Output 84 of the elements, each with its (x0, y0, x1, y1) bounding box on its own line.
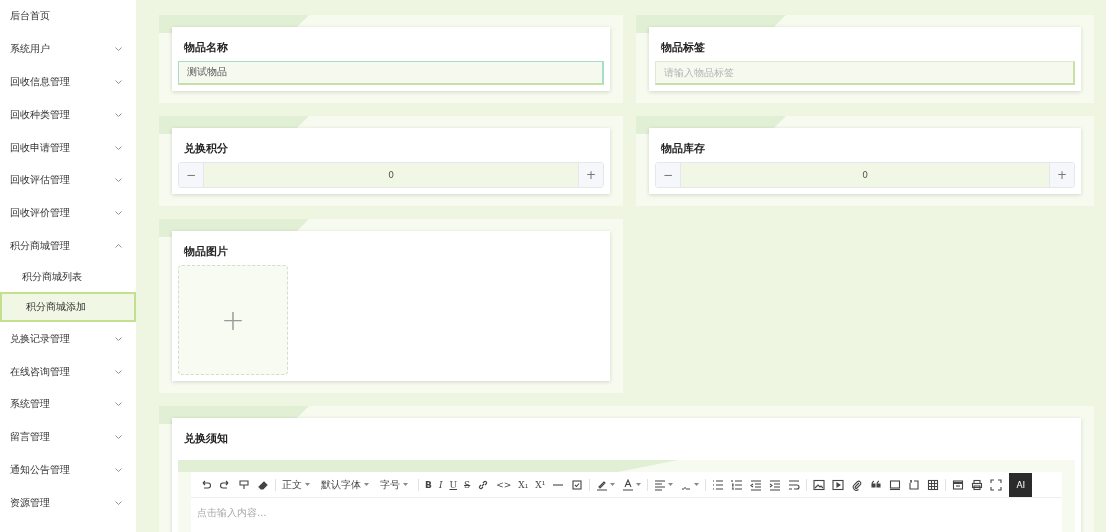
number-input[interactable]: 0 (203, 163, 579, 187)
format-button[interactable]: B (425, 479, 432, 490)
field-label: 兑换须知 (183, 432, 228, 446)
code-block-icon[interactable] (889, 478, 902, 491)
dropdown-button[interactable]: 字号 (380, 477, 408, 492)
format-button[interactable]: X¹ (535, 479, 546, 490)
format-button[interactable]: U (449, 479, 458, 490)
chevron-icon (115, 243, 122, 248)
dropdown-button[interactable]: 默认字体 (321, 477, 369, 492)
quote-icon[interactable] (870, 478, 883, 491)
menu-item[interactable]: 积分商城管理 (0, 229, 136, 263)
menu-item[interactable]: 系统管理 (0, 387, 136, 421)
chevron-icon (115, 336, 122, 341)
field-label: 物品图片 (183, 245, 228, 259)
field-label: 物品库存 (660, 142, 705, 156)
decrement-button[interactable]: − (656, 163, 680, 187)
bulleted-list-icon[interactable] (712, 478, 725, 491)
menu-item[interactable]: 兑换记录管理 (0, 322, 136, 356)
chevron-icon (115, 435, 122, 440)
page-break-icon[interactable] (908, 478, 921, 491)
menu-item[interactable]: 回收种类管理 (0, 98, 136, 132)
chevron-icon (115, 500, 122, 505)
menu-item[interactable]: 后台首页 (0, 0, 136, 33)
format-button[interactable]: I (438, 479, 443, 490)
text-wrap-icon[interactable] (788, 478, 801, 491)
format-button[interactable]: X₁ (518, 479, 529, 490)
chevron-icon (115, 112, 122, 117)
window-icon[interactable] (952, 478, 965, 491)
caret-icon (610, 483, 616, 486)
menu-item[interactable]: 回收信息管理 (0, 65, 136, 99)
rich-text-editor[interactable]: 正文 默认字体 字号 B I U S <> X₁ X¹ AI 点击输入内容... (191, 472, 1062, 532)
ai-button[interactable]: AI (1009, 472, 1033, 497)
format-button[interactable]: S (464, 479, 471, 490)
chevron-icon (115, 467, 122, 472)
link-icon[interactable] (477, 478, 490, 491)
caret-icon (364, 483, 369, 486)
increment-button[interactable]: + (579, 163, 603, 187)
menu-item[interactable]: 回收评估管理 (0, 164, 136, 197)
checkbox-icon[interactable] (571, 478, 584, 491)
video-icon[interactable] (832, 478, 845, 491)
indent-icon[interactable] (769, 478, 782, 491)
chevron-icon (115, 402, 122, 407)
menu-item[interactable]: 系统用户 (0, 32, 136, 66)
table-icon[interactable] (927, 478, 940, 491)
fullscreen-icon[interactable] (990, 478, 1003, 491)
submenu-item[interactable]: 积分商城列表 (0, 262, 136, 293)
caret-icon (694, 483, 700, 486)
paperclip-icon[interactable] (851, 478, 864, 491)
menu-item[interactable]: 通知公告管理 (0, 453, 136, 487)
field-label: 兑换积分 (183, 142, 228, 156)
outdent-icon[interactable] (750, 478, 763, 491)
menu-item[interactable]: 在线咨询管理 (0, 355, 136, 388)
caret-icon (403, 483, 408, 486)
increment-button[interactable]: + (1050, 163, 1074, 187)
menu-item[interactable]: 资源管理 (0, 486, 136, 520)
chevron-icon (115, 145, 122, 150)
field-label: 物品标签 (660, 41, 705, 55)
brush-icon[interactable] (238, 478, 250, 491)
undo-icon[interactable] (200, 478, 212, 491)
field-label: 物品名称 (183, 41, 228, 55)
printer-icon[interactable] (971, 478, 984, 491)
image-icon[interactable] (813, 478, 826, 491)
chevron-icon (115, 369, 122, 374)
text-input[interactable]: 测试物品 (178, 61, 604, 85)
chevron-icon (115, 80, 122, 84)
chevron-icon (115, 47, 122, 52)
caret-icon (305, 483, 310, 486)
caret-icon (668, 483, 674, 486)
submenu-item[interactable]: 积分商城添加 (0, 292, 136, 323)
numbered-list-icon[interactable] (731, 478, 744, 491)
menu-item[interactable]: 回收申请管理 (0, 131, 136, 164)
align-icon[interactable] (654, 478, 667, 491)
decrement-button[interactable]: − (179, 163, 203, 187)
caret-icon (636, 483, 642, 486)
number-input[interactable]: 0 (680, 163, 1050, 187)
editor-placeholder: 点击输入内容... (196, 506, 268, 520)
menu-item[interactable]: 回收评价管理 (0, 196, 136, 230)
menu-item[interactable]: 留言管理 (0, 420, 136, 454)
chevron-icon (115, 211, 122, 216)
redo-icon[interactable] (219, 478, 231, 491)
font-color-icon[interactable] (622, 478, 635, 491)
format-button[interactable]: <> (496, 479, 512, 490)
dropdown-button[interactable]: 正文 (282, 477, 310, 492)
chevron-icon (115, 178, 122, 183)
